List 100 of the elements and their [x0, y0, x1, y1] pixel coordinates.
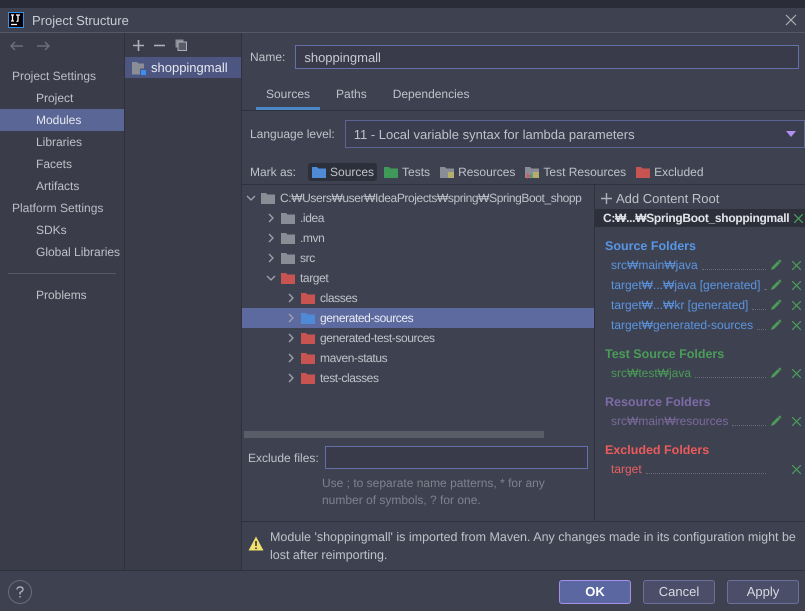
folder-name: .mvn [300, 231, 324, 245]
dialog-button[interactable]: OK [559, 580, 631, 604]
folder-name: C:₩Users₩user₩IdeaProjects₩spring₩SpringBoot_shopp [280, 191, 582, 205]
remove-icon[interactable] [794, 214, 803, 222]
mark-as-toggle[interactable]: Excluded [632, 163, 706, 181]
back-arrow-icon[interactable] [10, 41, 24, 51]
folder-path: src₩main₩resources [611, 414, 728, 428]
sidebar-item[interactable]: SDKs [0, 219, 124, 241]
edit-pencil-icon[interactable] [770, 415, 782, 427]
close-icon[interactable] [785, 14, 797, 26]
tab[interactable]: Dependencies [382, 83, 480, 110]
folder-icon [280, 271, 296, 285]
help-button[interactable] [8, 580, 32, 604]
tab[interactable]: Sources [256, 83, 320, 110]
chevron-icon[interactable] [286, 333, 296, 343]
tree-row[interactable]: src [242, 248, 594, 268]
mark-as-toggle[interactable]: Sources [308, 163, 378, 181]
sidebar-item[interactable]: Global Libraries [0, 241, 124, 263]
mark-as-toggle[interactable]: Tests [380, 163, 434, 181]
module-folder-icon [131, 60, 147, 74]
remove-icon[interactable] [792, 464, 801, 474]
remove-icon[interactable] [792, 320, 801, 330]
window-title: Project Structure [32, 12, 130, 28]
section-header: Project Settings [11, 68, 98, 85]
remove-icon[interactable] [792, 416, 801, 426]
folder-name: target [300, 271, 328, 285]
tree-row[interactable]: classes [242, 288, 594, 308]
folder-icon [280, 251, 296, 265]
add-content-root-button[interactable]: Add Content Root [595, 185, 805, 209]
folder-icon [300, 351, 316, 365]
add-icon[interactable] [133, 40, 144, 50]
tree-row[interactable]: target [242, 268, 594, 288]
edit-pencil-icon[interactable] [770, 319, 782, 331]
chevron-icon[interactable] [286, 313, 296, 323]
remove-icon[interactable] [792, 368, 801, 378]
sidebar-item[interactable]: Modules [0, 109, 124, 131]
language-level-dropdown[interactable]: 11 - Local variable syntax for lambda parameters [344, 120, 805, 148]
folder-name: maven-status [320, 351, 388, 365]
tree-row[interactable]: .mvn [242, 228, 594, 248]
chevron-icon[interactable] [266, 213, 276, 223]
folder-icon [280, 211, 296, 225]
dialog-button[interactable]: Cancel [643, 580, 715, 604]
chevron-icon[interactable] [286, 353, 296, 363]
folder-group-title: Resource Folders [604, 394, 712, 411]
edit-pencil-icon[interactable] [770, 259, 782, 271]
mark-as-toggle[interactable]: Resources [436, 163, 518, 181]
scrollbar[interactable] [244, 431, 544, 438]
folder-name: generated-test-sources [320, 331, 435, 345]
chevron-icon[interactable] [286, 373, 296, 383]
hint-text: Use ; to separate name patterns, * for any number of symbols, ? for one. [321, 475, 546, 509]
folder-icon [300, 291, 316, 305]
folder-icon [260, 191, 276, 205]
folder-name: .idea [300, 211, 324, 225]
module-item[interactable]: shoppingmall [125, 57, 241, 78]
folder-path: src₩main₩java [611, 258, 698, 272]
chevron-icon[interactable] [266, 253, 276, 263]
sidebar-item[interactable]: Problems [0, 284, 124, 306]
copy-icon[interactable] [175, 39, 187, 51]
folder-icon [311, 165, 328, 179]
folder-name: generated-sources [320, 311, 414, 325]
folder-path: target₩...₩kr [generated] [611, 298, 748, 312]
chevron-icon[interactable] [266, 233, 276, 243]
sidebar-item[interactable]: Facets [0, 153, 124, 175]
sidebar-item[interactable]: Project [0, 87, 124, 109]
chevron-icon[interactable] [286, 293, 296, 303]
dialog-button[interactable]: Apply [727, 580, 799, 604]
language-level-label: Language level: [250, 127, 335, 141]
remove-icon[interactable] [792, 300, 801, 310]
forward-arrow-icon[interactable] [36, 41, 50, 51]
edit-pencil-icon[interactable] [770, 299, 782, 311]
chevron-icon[interactable] [246, 193, 256, 203]
remove-icon[interactable] [792, 280, 801, 290]
tree-row[interactable]: maven-status [242, 348, 594, 368]
add-icon [601, 193, 612, 204]
remove-icon[interactable] [792, 260, 801, 270]
mark-as-toggle[interactable]: Test Resources [521, 163, 630, 181]
exclude-files-field[interactable] [324, 446, 588, 469]
sidebar-item[interactable]: Libraries [0, 131, 124, 153]
folder-icon [635, 165, 652, 179]
folder-group-title: Test Source Folders [604, 346, 726, 363]
folder-icon [300, 331, 316, 345]
tree-row[interactable]: test-classes [242, 368, 594, 388]
module-name: shoppingmall [151, 60, 228, 75]
folder-icon [300, 311, 316, 325]
chevron-icon[interactable] [266, 273, 276, 283]
sidebar-item[interactable]: Artifacts [0, 175, 124, 197]
edit-pencil-icon[interactable] [770, 367, 782, 379]
tree-row[interactable]: generated-test-sources [242, 328, 594, 348]
app-logo-icon [8, 12, 24, 28]
tab[interactable]: Paths [326, 83, 377, 110]
folder-icon [439, 165, 456, 179]
mark-as-label: Mark as: [250, 165, 296, 179]
tree-row[interactable]: generated-sources [242, 308, 594, 328]
name-label: Name: [250, 50, 286, 64]
tree-row[interactable]: .idea [242, 208, 594, 228]
tree-row[interactable]: C:₩Users₩user₩IdeaProjects₩spring₩SpringBoot_shopp [242, 188, 594, 208]
name-field[interactable]: shoppingmall [295, 45, 799, 69]
content-root-path: C:₩...₩SpringBoot_shoppingmall [603, 211, 790, 225]
edit-pencil-icon[interactable] [770, 279, 782, 291]
folder-name: classes [320, 291, 358, 305]
